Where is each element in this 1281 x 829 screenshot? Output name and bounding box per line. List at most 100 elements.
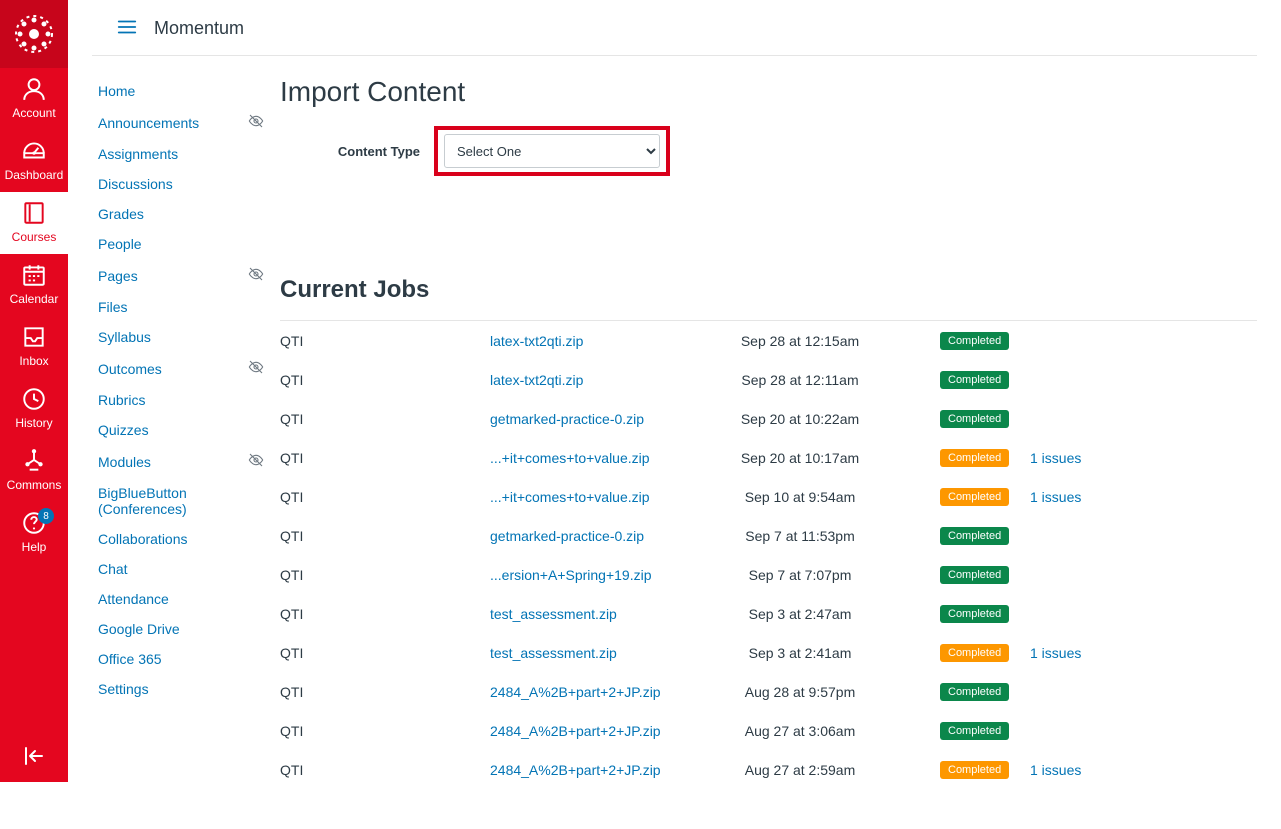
nav-item-history[interactable]: History (0, 378, 68, 440)
job-file-link[interactable]: latex-txt2qti.zip (490, 333, 583, 349)
nav-item-account[interactable]: Account (0, 68, 68, 130)
job-file-link[interactable]: ...+it+comes+to+value.zip (490, 489, 650, 505)
course-nav-item[interactable]: Pages (92, 259, 272, 292)
inbox-icon (21, 324, 47, 350)
content-type-row: Content Type Select One (280, 126, 1257, 176)
history-icon (21, 386, 47, 412)
job-file-link[interactable]: 2484_A%2B+part+2+JP.zip (490, 684, 661, 700)
job-file-link[interactable]: getmarked-practice-0.zip (490, 528, 644, 544)
job-row: QTI getmarked-practice-0.zip Sep 7 at 11… (280, 516, 1257, 555)
collapse-nav-button[interactable] (0, 730, 68, 782)
course-nav-item[interactable]: People (92, 229, 272, 259)
job-issues-link[interactable]: 1 issues (1030, 645, 1081, 661)
nav-label: Dashboard (5, 168, 64, 182)
job-file-link[interactable]: ...ersion+A+Spring+19.zip (490, 567, 652, 583)
job-type: QTI (280, 411, 490, 427)
job-date: Sep 20 at 10:22am (700, 411, 900, 427)
course-nav-item[interactable]: Outcomes (92, 352, 272, 385)
job-status-badge: Completed (940, 527, 1009, 545)
top-bar: Momentum (92, 0, 1257, 56)
job-file-link[interactable]: getmarked-practice-0.zip (490, 411, 644, 427)
course-nav-item[interactable]: Grades (92, 199, 272, 229)
job-row: QTI ...ersion+A+Spring+19.zip Sep 7 at 7… (280, 555, 1257, 594)
nav-label: Account (12, 106, 55, 120)
job-type: QTI (280, 684, 490, 700)
course-nav-item[interactable]: Files (92, 292, 272, 322)
job-file-link[interactable]: test_assessment.zip (490, 645, 617, 661)
job-issues-link[interactable]: 1 issues (1030, 450, 1081, 466)
hamburger-icon (116, 16, 138, 38)
job-status-badge: Completed (940, 449, 1009, 467)
dashboard-icon (21, 138, 47, 164)
course-nav-item[interactable]: Google Drive (92, 614, 272, 644)
job-issues-link[interactable]: 1 issues (1030, 762, 1081, 778)
nav-item-inbox[interactable]: Inbox (0, 316, 68, 378)
job-file-link[interactable]: test_assessment.zip (490, 606, 617, 622)
course-nav-item[interactable]: Attendance (92, 584, 272, 614)
job-file-link[interactable]: ...+it+comes+to+value.zip (490, 450, 650, 466)
course-nav-item[interactable]: Modules (92, 445, 272, 478)
course-nav: Home Announcements Assignments Discussio… (92, 56, 272, 829)
course-nav-item[interactable]: Announcements (92, 106, 272, 139)
job-date: Sep 28 at 12:11am (700, 372, 900, 388)
nav-label: Calendar (10, 292, 59, 306)
job-status-badge: Completed (940, 371, 1009, 389)
course-nav-label: Pages (98, 268, 248, 284)
breadcrumb[interactable]: Momentum (154, 18, 244, 39)
course-nav-label: Chat (98, 561, 264, 577)
job-file-link[interactable]: 2484_A%2B+part+2+JP.zip (490, 762, 661, 778)
course-nav-item[interactable]: Chat (92, 554, 272, 584)
job-date: Sep 28 at 12:15am (700, 333, 900, 349)
job-issues-link[interactable]: 1 issues (1030, 489, 1081, 505)
course-nav-item[interactable]: Settings (92, 674, 272, 704)
courses-icon (21, 200, 47, 226)
job-date: Sep 20 at 10:17am (700, 450, 900, 466)
nav-item-calendar[interactable]: Calendar (0, 254, 68, 316)
job-file-link[interactable]: latex-txt2qti.zip (490, 372, 583, 388)
nav-item-commons[interactable]: Commons (0, 440, 68, 502)
nav-item-help[interactable]: Help 8 (0, 502, 68, 564)
job-row: QTI test_assessment.zip Sep 3 at 2:41am … (280, 633, 1257, 672)
commons-icon (21, 448, 47, 474)
course-nav-item[interactable]: Collaborations (92, 524, 272, 554)
course-nav-label: BigBlueButton (Conferences) (98, 485, 264, 517)
job-status-badge: Completed (940, 722, 1009, 740)
nav-item-courses[interactable]: Courses (0, 192, 68, 254)
job-status-badge: Completed (940, 605, 1009, 623)
content-type-select[interactable]: Select One (444, 134, 660, 168)
job-row: QTI 2484_A%2B+part+2+JP.zip Aug 27 at 2:… (280, 750, 1257, 789)
job-date: Aug 27 at 3:06am (700, 723, 900, 739)
job-row: QTI getmarked-practice-0.zip Sep 20 at 1… (280, 399, 1257, 438)
job-type: QTI (280, 372, 490, 388)
course-nav-item[interactable]: Rubrics (92, 385, 272, 415)
hamburger-button[interactable] (116, 16, 138, 41)
course-nav-label: Announcements (98, 115, 248, 131)
course-nav-item[interactable]: Syllabus (92, 322, 272, 352)
course-nav-label: Files (98, 299, 264, 315)
course-nav-item[interactable]: Discussions (92, 169, 272, 199)
job-row: QTI 2484_A%2B+part+2+JP.zip Aug 27 at 3:… (280, 711, 1257, 750)
hidden-icon (248, 113, 264, 132)
content-type-label: Content Type (280, 144, 420, 159)
course-nav-item[interactable]: Assignments (92, 139, 272, 169)
course-nav-item[interactable]: BigBlueButton (Conferences) (92, 478, 272, 524)
course-nav-label: Collaborations (98, 531, 264, 547)
job-file-link[interactable]: 2484_A%2B+part+2+JP.zip (490, 723, 661, 739)
logo[interactable] (0, 0, 68, 68)
course-nav-item[interactable]: Quizzes (92, 415, 272, 445)
course-nav-label: Quizzes (98, 422, 264, 438)
hidden-icon (248, 266, 264, 285)
course-nav-label: Home (98, 83, 264, 99)
job-status-badge: Completed (940, 410, 1009, 428)
job-row: QTI 2484_A%2B+part+2+JP.zip Aug 28 at 9:… (280, 672, 1257, 711)
job-status-badge: Completed (940, 644, 1009, 662)
job-date: Sep 3 at 2:41am (700, 645, 900, 661)
job-date: Sep 3 at 2:47am (700, 606, 900, 622)
nav-item-dashboard[interactable]: Dashboard (0, 130, 68, 192)
course-nav-item[interactable]: Office 365 (92, 644, 272, 674)
course-nav-label: Modules (98, 454, 248, 470)
page-title: Import Content (280, 76, 1257, 108)
course-nav-item[interactable]: Home (92, 76, 272, 106)
course-nav-label: Assignments (98, 146, 264, 162)
job-date: Aug 27 at 2:59am (700, 762, 900, 778)
